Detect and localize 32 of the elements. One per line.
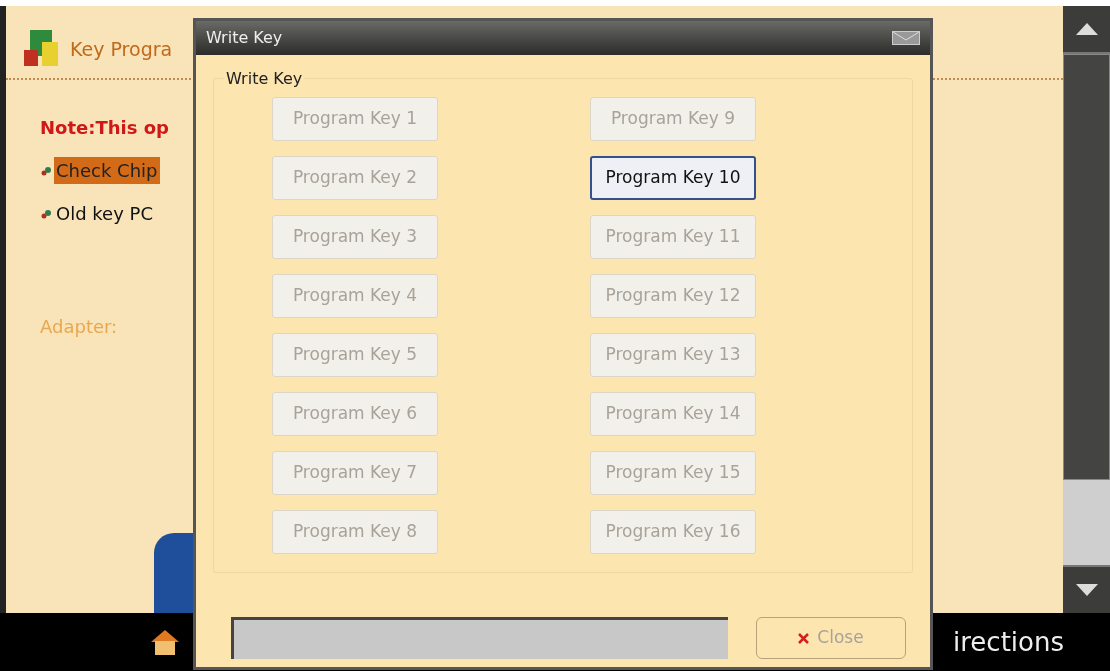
dialog-title: Write Key xyxy=(206,27,283,49)
program-key-button[interactable]: Program Key 11 xyxy=(590,215,756,259)
program-key-button[interactable]: Program Key 14 xyxy=(590,392,756,436)
up-arrow-icon xyxy=(1075,23,1098,35)
program-key-button[interactable]: Program Key 2 xyxy=(272,156,438,200)
program-key-button[interactable]: Program Key 15 xyxy=(590,451,756,495)
option-item[interactable]: Check Chip xyxy=(54,157,160,184)
program-key-button[interactable]: Program Key 7 xyxy=(272,451,438,495)
scroll-thumb[interactable] xyxy=(1063,54,1110,480)
program-key-button[interactable]: Program Key 9 xyxy=(590,97,756,141)
program-key-button[interactable]: Program Key 12 xyxy=(590,274,756,318)
page-title: Key Progra xyxy=(70,36,173,62)
program-key-button[interactable]: Program Key 6 xyxy=(272,392,438,436)
program-key-button[interactable]: Program Key 8 xyxy=(272,510,438,554)
program-key-button[interactable]: Program Key 4 xyxy=(272,274,438,318)
bullet-icon xyxy=(40,208,52,219)
option-item[interactable]: Old key PC xyxy=(54,200,155,227)
program-key-button[interactable]: Program Key 3 xyxy=(272,215,438,259)
home-icon[interactable] xyxy=(150,628,180,656)
program-key-button[interactable]: Program Key 10 xyxy=(590,156,756,200)
adapter-label: Adapter: xyxy=(40,315,118,339)
program-key-button[interactable]: Program Key 1 xyxy=(272,97,438,141)
bullet-icon xyxy=(40,165,52,176)
program-key-button[interactable]: Program Key 5 xyxy=(272,333,438,377)
program-key-button[interactable]: Program Key 13 xyxy=(590,333,756,377)
program-key-button[interactable]: Program Key 16 xyxy=(590,510,756,554)
close-icon xyxy=(798,632,810,644)
scrollbar[interactable] xyxy=(1063,6,1110,613)
down-arrow-icon xyxy=(1075,584,1098,596)
close-button[interactable]: Close xyxy=(756,617,906,659)
directions-label[interactable]: irections xyxy=(953,622,1064,662)
note-text: Note:This op xyxy=(40,116,169,140)
